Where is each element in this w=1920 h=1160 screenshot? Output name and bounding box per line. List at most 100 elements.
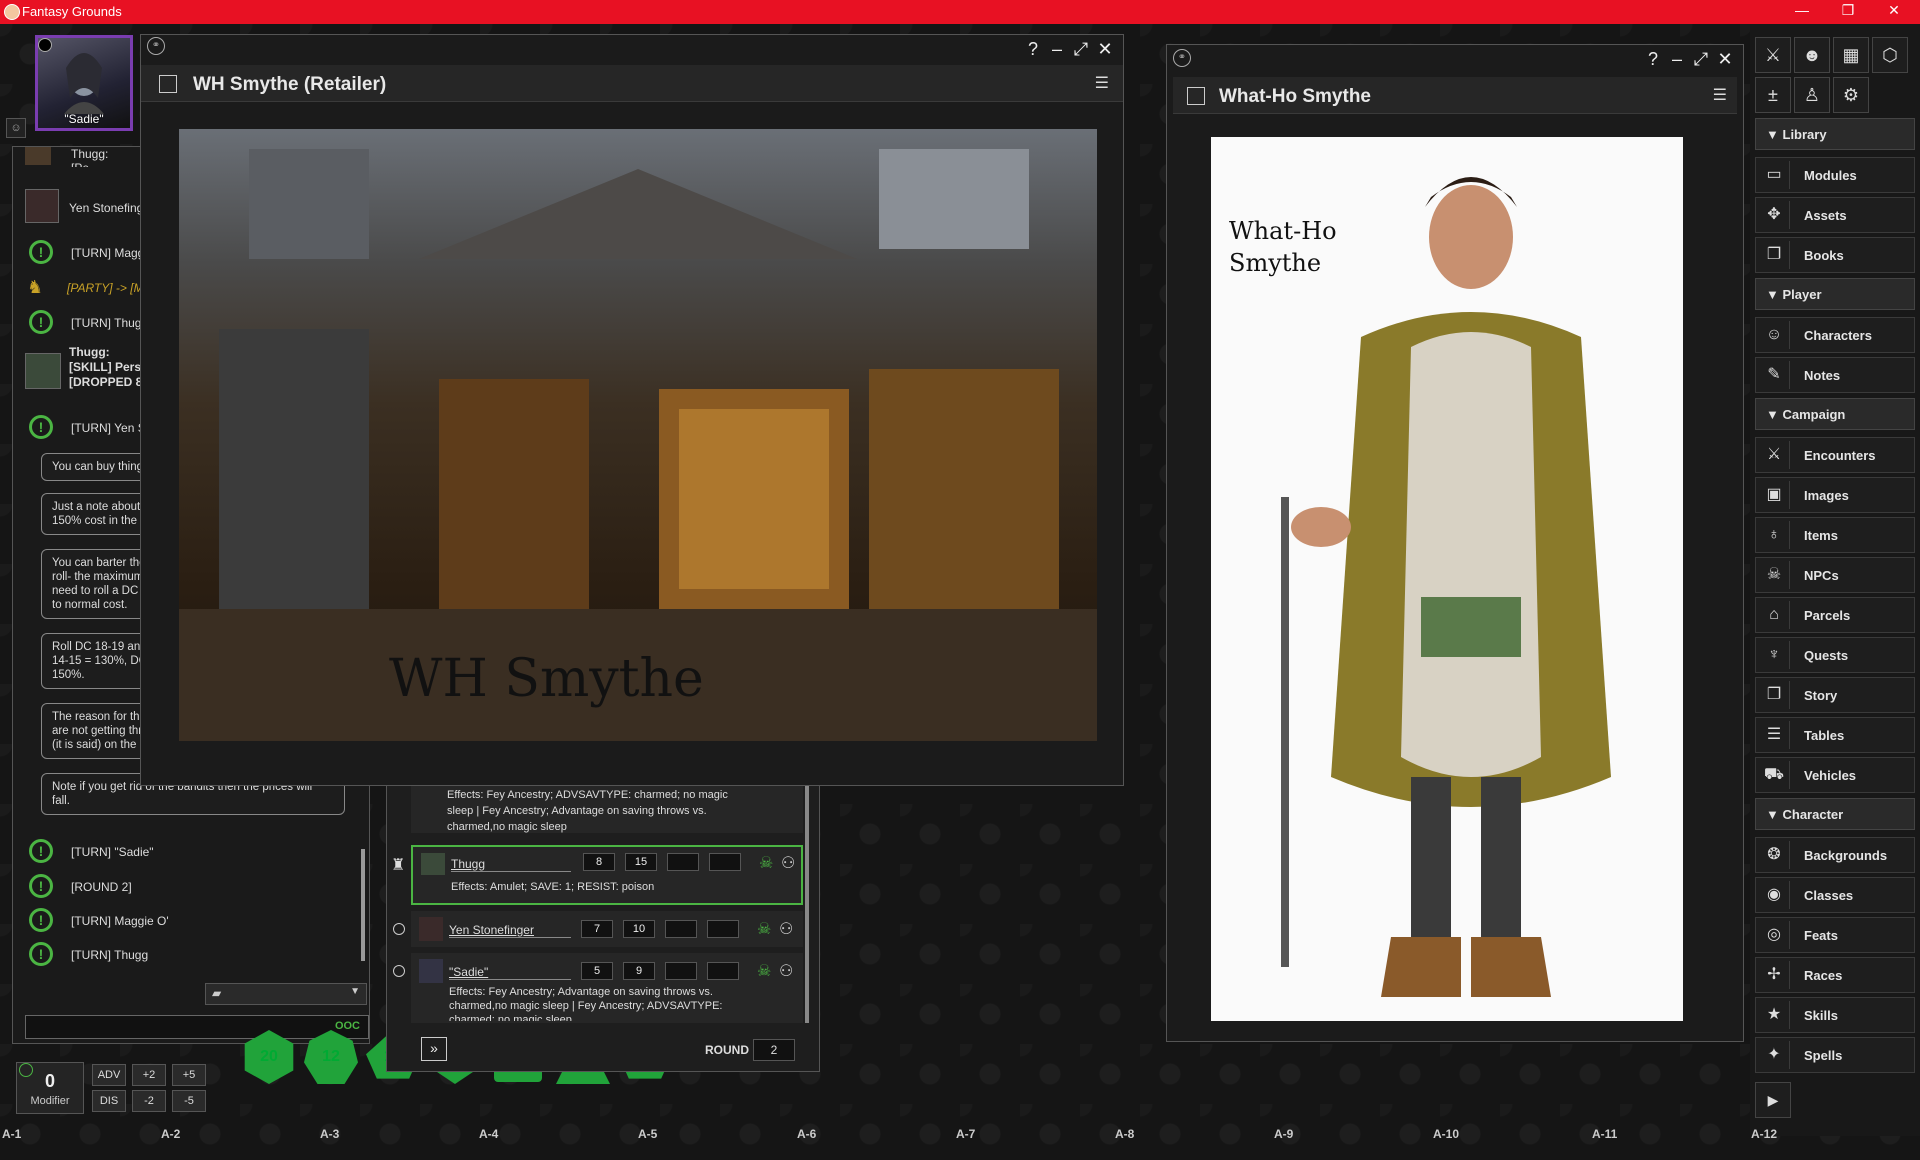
menu-icon[interactable]: ☰ [1095,73,1109,93]
sidebar-item-modules[interactable]: ▭ Modules [1755,157,1915,193]
wagon-icon: ⛟ [1759,761,1790,789]
sidebar-section-player[interactable]: ▼ Player [1755,278,1915,310]
next-turn-button[interactable]: » [421,1037,447,1061]
close-app-button[interactable]: ✕ [1874,2,1914,19]
sidebar-item-skills[interactable]: ★ Skills [1755,997,1915,1033]
character-portrait[interactable]: "Sadie" [35,35,133,131]
skull-icon[interactable]: ☠ [757,961,771,981]
target-icon[interactable]: ⚇ [779,919,793,939]
menu-icon[interactable]: ☰ [1713,85,1727,105]
ct-temp[interactable] [665,962,697,980]
sidebar-item-spells[interactable]: ✦ Spells [1755,1037,1915,1073]
dis-button[interactable]: DIS [92,1090,126,1112]
skull-icon[interactable]: ☠ [757,919,771,939]
close-icon[interactable]: ✕ [1715,49,1735,70]
sidebar-section-character[interactable]: ▼ Character [1755,798,1915,830]
caret-down-icon: ▼ [1766,287,1779,302]
target-icon[interactable]: ⚇ [781,853,795,873]
ct-temp[interactable] [665,920,697,938]
maximize-icon[interactable]: ⤢ [1071,39,1091,60]
ct-wounds[interactable] [709,853,741,871]
gear-icon[interactable]: ⚙ [1833,77,1869,113]
close-icon[interactable]: ✕ [1095,39,1115,60]
modifiers-icon[interactable]: ± [1755,77,1791,113]
ct-scrollbar[interactable] [805,771,809,1023]
speaker-select[interactable]: ▰ ▼ [205,983,367,1005]
sidebar-item-tables[interactable]: ☰ Tables [1755,717,1915,753]
party-icon[interactable]: ☺ [6,118,26,138]
shop-image[interactable]: WH Smythe [179,129,1097,741]
ct-hp[interactable]: 9 [623,962,655,980]
npc-image[interactable]: What-Ho Smythe [1211,137,1683,1021]
ct-init[interactable]: 7 [581,920,613,938]
party-sheet-icon[interactable]: ☻ [1794,37,1830,73]
plus2-button[interactable]: +2 [132,1064,166,1086]
sidebar-item-label: Skills [1804,1008,1838,1023]
star-icon: ★ [1759,1001,1790,1029]
sidebar-item-characters[interactable]: ☺ Characters [1755,317,1915,353]
link-icon[interactable]: ⚭ [1173,49,1191,67]
sidebar-item-label: Tables [1804,728,1845,743]
sidebar-section-library[interactable]: ▼ Library [1755,118,1915,150]
skull-icon[interactable]: ☠ [759,853,773,873]
sidebar-item-assets[interactable]: ✥ Assets [1755,197,1915,233]
ct-hp[interactable]: 15 [625,853,657,871]
minus5-button[interactable]: -5 [172,1090,206,1112]
image-icon [1187,87,1205,105]
ct-row-yen[interactable]: Yen Stonefinger 7 10 ☠ ⚇ [393,911,803,947]
section-label: Character [1782,807,1844,822]
party-chat-icon: ♞ [27,277,44,297]
minus2-button[interactable]: -2 [132,1090,166,1112]
sidebar-item-quests[interactable]: ♆ Quests [1755,637,1915,673]
help-icon[interactable]: ? [1023,39,1043,60]
adv-button[interactable]: ADV [92,1064,126,1086]
sidebar-item-story[interactable]: ❐ Story [1755,677,1915,713]
sidebar-item-notes[interactable]: ✎ Notes [1755,357,1915,393]
turn-icon: ! [29,310,53,334]
ct-row-thugg[interactable]: ♜ Thugg 8 15 ☠ ⚇ Effects: Amulet; SAVE: … [391,845,803,905]
ct-init[interactable]: 8 [583,853,615,871]
ct-name[interactable]: "Sadie" [449,965,571,980]
minimize-icon[interactable]: – [1047,39,1067,60]
ct-name[interactable]: Yen Stonefinger [449,923,571,938]
sidebar-item-images[interactable]: ▣ Images [1755,477,1915,513]
chat-avatar [25,353,61,389]
sidebar-item-parcels[interactable]: ⌂ Parcels [1755,597,1915,633]
sidebar-item-backgrounds[interactable]: ❂ Backgrounds [1755,837,1915,873]
ct-wounds[interactable] [707,920,739,938]
sidebar-item-classes[interactable]: ◉ Classes [1755,877,1915,913]
target-icon[interactable]: ⚇ [779,961,793,981]
modifier-box[interactable]: 0 Modifier [16,1062,84,1114]
ct-hp[interactable]: 10 [623,920,655,938]
round-value[interactable]: 2 [753,1039,795,1061]
plus5-button[interactable]: +5 [172,1064,206,1086]
ct-name[interactable]: Thugg [451,857,571,872]
minimize-icon[interactable]: – [1667,49,1687,70]
maximize-icon[interactable]: ⤢ [1691,49,1711,70]
chat-scrollbar[interactable] [361,849,365,961]
help-icon[interactable]: ? [1643,49,1663,70]
sidebar-item-npcs[interactable]: ☠ NPCs [1755,557,1915,593]
sidebar-item-books[interactable]: ❐ Books [1755,237,1915,273]
combat-tracker-icon[interactable]: ⚔ [1755,37,1791,73]
dice-settings-icon[interactable]: ⬡ [1872,37,1908,73]
minimize-button[interactable]: — [1782,2,1822,18]
image-icon [159,75,177,93]
sidebar-item-encounters[interactable]: ⚔ Encounters [1755,437,1915,473]
grid-label: A-2 [161,1127,181,1141]
sidebar-section-campaign[interactable]: ▼ Campaign [1755,398,1915,430]
sidebar-item-feats[interactable]: ◎ Feats [1755,917,1915,953]
ct-row-sadie[interactable]: "Sadie" 5 9 ☠ ⚇ Effects: Fey Ancestry; A… [393,953,803,1023]
link-icon[interactable]: ⚭ [147,37,165,55]
ct-init[interactable]: 5 [581,962,613,980]
calendar-icon[interactable]: ▦ [1833,37,1869,73]
sidebar-expand-button[interactable]: ▶ [1755,1082,1791,1118]
sidebar-item-vehicles[interactable]: ⛟ Vehicles [1755,757,1915,793]
sidebar-item-items[interactable]: ♁ Items [1755,517,1915,553]
ct-wounds[interactable] [707,962,739,980]
sidebar-item-races[interactable]: ✢ Races [1755,957,1915,993]
ct-temp[interactable] [667,853,699,871]
restore-button[interactable]: ❐ [1828,2,1868,19]
character-icon[interactable]: ♙ [1794,77,1830,113]
chat-input[interactable]: OOC [25,1015,369,1039]
